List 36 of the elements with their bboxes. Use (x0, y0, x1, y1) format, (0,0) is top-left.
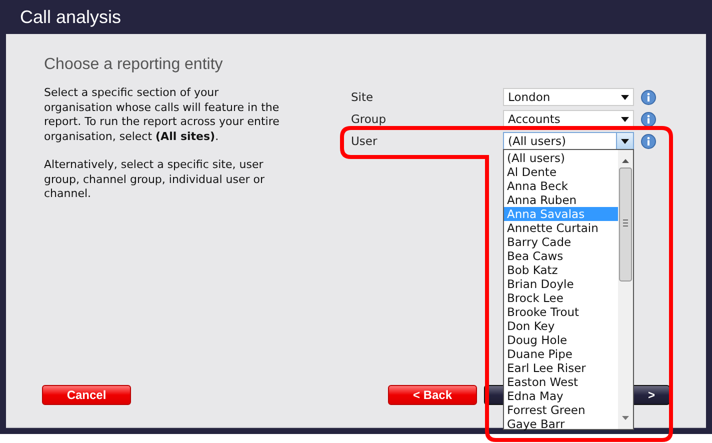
info-icon[interactable] (641, 134, 656, 148)
field-label: User (351, 134, 378, 148)
list-option[interactable]: Doug Hole (504, 333, 618, 347)
info-icon[interactable] (641, 90, 656, 104)
list-option[interactable]: Bea Caws (504, 249, 618, 263)
section-heading: Choose a reporting entity (44, 56, 224, 74)
list-option[interactable]: Gaye Barr (504, 417, 618, 431)
field-label: Site (351, 90, 374, 104)
list-option[interactable]: Brian Doyle (504, 277, 618, 291)
cancel-button[interactable]: Cancel (42, 385, 131, 405)
scrollbar[interactable] (618, 150, 633, 429)
caret-icon (621, 138, 629, 144)
window-title: Call analysis (20, 6, 122, 28)
list-option[interactable]: Earl Lee Riser (504, 361, 618, 375)
caret-icon (621, 116, 629, 122)
list-option[interactable]: Barry Cade (504, 235, 618, 249)
list-option[interactable]: Duane Pipe (504, 347, 618, 361)
list-option[interactable]: (All users) (504, 151, 618, 165)
list-option[interactable]: Anna Ruben (504, 193, 618, 207)
description-text: Alternatively, select a specific site, user group, channel group, individual user or channel. (44, 158, 266, 202)
dropdown-select[interactable]: London (503, 88, 634, 106)
list-option[interactable]: Annette Curtain (504, 221, 618, 235)
back-button[interactable]: < Back (388, 385, 477, 405)
list-option[interactable]: Don Key (504, 319, 618, 333)
list-option[interactable]: Brock Lee (504, 291, 618, 305)
info-icon[interactable] (641, 112, 656, 126)
list-option[interactable]: Al Dente (504, 165, 618, 179)
list-option[interactable]: Anna Beck (504, 179, 618, 193)
description-text: Select a specific section of your organisation whose calls will feature in the report. To run the report across your entire organisation, select (All sites). (44, 86, 280, 144)
list-option[interactable]: Easton West (504, 375, 618, 389)
list-option[interactable]: Bob Katz (504, 263, 618, 277)
list-option[interactable]: Forrest Green (504, 403, 618, 417)
list-option[interactable]: Edna May (504, 389, 618, 403)
field-label: Group (351, 112, 388, 126)
list-option[interactable]: Brooke Trout (504, 305, 618, 319)
caret-icon (621, 94, 629, 100)
